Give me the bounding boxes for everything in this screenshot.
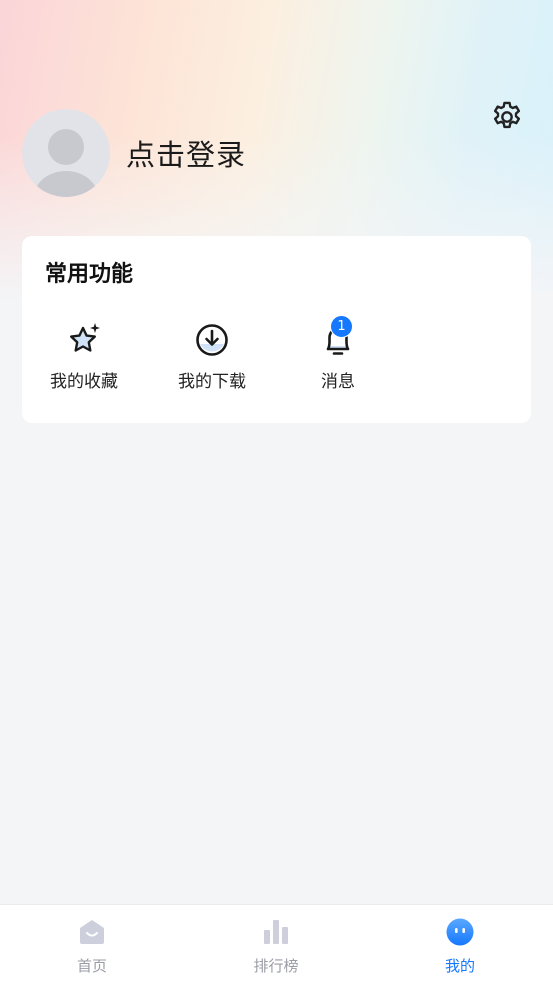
unread-badge: 1 — [330, 315, 353, 338]
card-title: 常用功能 — [45, 262, 134, 287]
user-avatar-icon — [34, 129, 98, 197]
messages-button[interactable]: 1 消息 — [288, 315, 388, 400]
bottom-tab-bar: 首页 排行榜 我的 — [0, 904, 553, 984]
profile-face-icon — [446, 918, 474, 946]
downloads-label: 我的下载 — [178, 372, 246, 392]
common-functions-card: 常用功能 我的收藏 我的下载 1 消息 — [22, 236, 531, 423]
download-icon — [196, 324, 228, 356]
tab-ranking[interactable]: 排行榜 — [211, 905, 341, 984]
tab-home[interactable]: 首页 — [27, 905, 157, 984]
tab-mine-label: 我的 — [444, 957, 475, 975]
home-icon — [80, 920, 104, 944]
avatar[interactable] — [22, 109, 110, 197]
favorites-label: 我的收藏 — [50, 372, 118, 392]
gear-icon — [493, 101, 521, 129]
tab-home-label: 首页 — [76, 957, 107, 975]
tab-ranking-label: 排行榜 — [253, 957, 299, 975]
settings-button[interactable] — [488, 98, 526, 136]
star-sparkle-icon — [70, 323, 100, 352]
tab-mine[interactable]: 我的 — [395, 905, 525, 984]
login-link[interactable]: 点击登录 — [126, 135, 246, 175]
favorites-button[interactable]: 我的收藏 — [34, 320, 134, 400]
downloads-button[interactable]: 我的下载 — [162, 320, 262, 400]
ranking-bars-icon — [264, 920, 288, 944]
messages-label: 消息 — [321, 372, 355, 392]
